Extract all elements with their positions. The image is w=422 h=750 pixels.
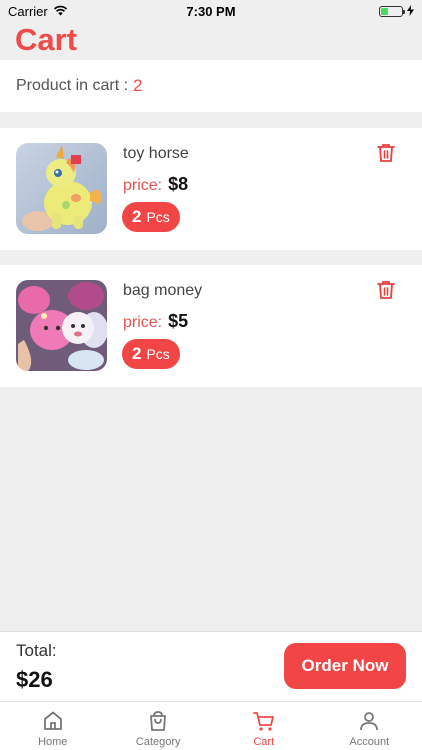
- price-label: price:: [123, 177, 163, 194]
- toy-horse-photo[interactable]: [16, 143, 107, 234]
- tab-bar: Home Category Cart Account: [0, 701, 422, 750]
- tab-label: Cart: [253, 736, 275, 748]
- wifi-icon: [53, 4, 68, 19]
- price-row: price: $8: [123, 174, 188, 195]
- item-name: toy horse: [123, 145, 189, 162]
- cart-item[interactable]: bag money price: $5 2 Pcs: [0, 265, 422, 387]
- price-value: $5: [168, 311, 189, 331]
- status-right: [379, 4, 414, 19]
- cart-icon: [252, 712, 274, 731]
- total-value: $26: [16, 667, 53, 692]
- quantity-value: 2: [132, 344, 142, 363]
- tab-account[interactable]: Account: [317, 702, 422, 750]
- cart-count-bar: Product in cart : 2: [0, 60, 422, 112]
- bag-money-photo[interactable]: [16, 280, 107, 371]
- battery-level: [381, 7, 388, 15]
- status-bar: Carrier 7:30 PM: [0, 0, 422, 22]
- price-value: $8: [168, 174, 189, 194]
- quantity-value: 2: [132, 207, 142, 226]
- quantity-unit: Pcs: [146, 209, 170, 225]
- trash-icon[interactable]: [376, 142, 396, 164]
- status-left: Carrier: [8, 4, 68, 19]
- tab-label: Home: [38, 736, 68, 748]
- order-now-button[interactable]: Order Now: [284, 643, 406, 689]
- quantity-badge[interactable]: 2 Pcs: [122, 339, 180, 369]
- trash-icon[interactable]: [376, 279, 396, 301]
- item-name: bag money: [123, 282, 203, 299]
- charging-icon: [407, 4, 414, 19]
- order-footer: Total: $26 Order Now: [0, 631, 422, 701]
- price-row: price: $5: [123, 311, 188, 332]
- cart-item[interactable]: toy horse price: $8 2 Pcs: [0, 128, 422, 250]
- bag-icon: [150, 711, 167, 731]
- home-icon: [43, 711, 62, 730]
- cart-count-label: Product in cart :: [16, 77, 129, 94]
- quantity-unit: Pcs: [146, 346, 170, 362]
- cart-count-value: 2: [133, 76, 143, 95]
- quantity-badge[interactable]: 2 Pcs: [122, 202, 180, 232]
- total-label: Total:: [16, 641, 57, 660]
- user-icon: [360, 712, 379, 731]
- tab-home[interactable]: Home: [0, 702, 106, 750]
- price-label: price:: [123, 314, 163, 331]
- tab-category[interactable]: Category: [106, 702, 212, 750]
- battery-icon: [379, 5, 405, 17]
- tab-label: Category: [135, 736, 181, 748]
- tab-cart[interactable]: Cart: [211, 702, 317, 750]
- carrier-label: Carrier: [8, 3, 48, 19]
- page-title: Cart: [15, 22, 78, 57]
- tab-label: Account: [349, 736, 390, 748]
